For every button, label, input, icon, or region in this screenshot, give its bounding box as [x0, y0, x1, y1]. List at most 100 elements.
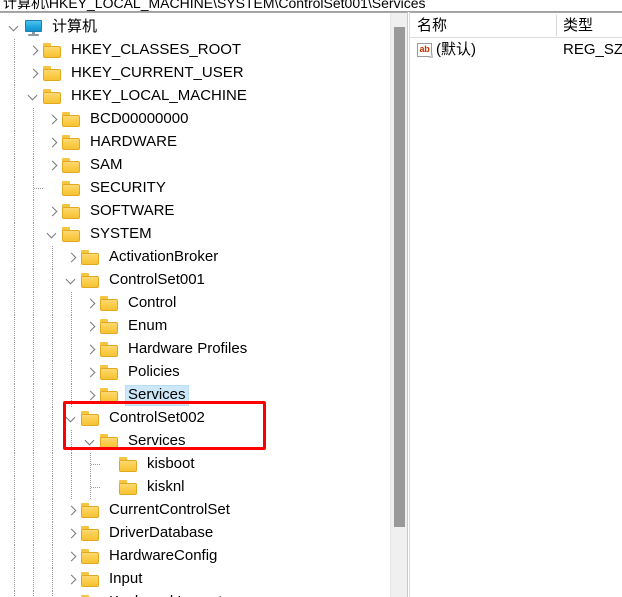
tree-item-controlset001[interactable]: ControlSet001	[0, 269, 388, 292]
chevron-right-icon[interactable]	[25, 39, 41, 62]
tree-item-label: SAM	[90, 156, 123, 173]
chevron-down-icon[interactable]	[25, 85, 41, 108]
tree-guide-line	[14, 315, 15, 338]
tree-item-policies[interactable]: Policies	[0, 361, 388, 384]
chevron-right-icon[interactable]	[63, 499, 79, 522]
tree-guide-line	[71, 315, 72, 338]
tree-guide-line	[52, 407, 53, 430]
tree-guide-line	[52, 522, 53, 545]
column-separator[interactable]	[556, 15, 557, 36]
tree-guide-line	[52, 591, 53, 597]
tree-item-driverdatabase[interactable]: DriverDatabase	[0, 522, 388, 545]
chevron-right-icon[interactable]	[63, 522, 79, 545]
scrollbar-thumb[interactable]	[394, 27, 405, 527]
tree-guide-line	[33, 154, 34, 177]
tree-guide-line	[52, 568, 53, 591]
folder-icon	[43, 66, 62, 81]
chevron-down-icon[interactable]	[44, 223, 60, 246]
tree-guide-line	[71, 384, 72, 407]
chevron-right-icon[interactable]	[63, 246, 79, 269]
tree-guide-line	[14, 591, 15, 597]
tree-item-hardware-profiles[interactable]: Hardware Profiles	[0, 338, 388, 361]
chevron-right-icon[interactable]	[82, 384, 98, 407]
tree-item-activationbroker[interactable]: ActivationBroker	[0, 246, 388, 269]
tree-item-hardwareconfig[interactable]: HardwareConfig	[0, 545, 388, 568]
chevron-down-icon[interactable]	[82, 430, 98, 453]
tree-item-software[interactable]: SOFTWARE	[0, 200, 388, 223]
tree-leaf-spacer	[101, 453, 117, 476]
tree-item-services[interactable]: Services	[0, 430, 388, 453]
tree-item-controlset002[interactable]: ControlSet002	[0, 407, 388, 430]
registry-tree[interactable]: 计算机 HKEY_CLASSES_ROOT HKEY_CURRENT_USER HKE…	[0, 13, 388, 597]
chevron-down-icon[interactable]	[63, 407, 79, 430]
tree-guide-line	[33, 591, 34, 597]
chevron-right-icon[interactable]	[25, 62, 41, 85]
tree-guide-line	[33, 361, 34, 384]
tree-leaf-spacer	[101, 476, 117, 499]
chevron-right-icon[interactable]	[44, 108, 60, 131]
chevron-right-icon[interactable]	[82, 292, 98, 315]
chevron-right-icon[interactable]	[63, 591, 79, 597]
tree-guide-line	[33, 384, 34, 407]
column-header-name[interactable]: 名称	[417, 16, 447, 36]
tree-item-hkey-local-machine[interactable]: HKEY_LOCAL_MACHINE	[0, 85, 388, 108]
folder-icon	[81, 526, 100, 541]
tree-guide-line	[33, 269, 34, 292]
chevron-right-icon[interactable]	[44, 154, 60, 177]
tree-item-security[interactable]: SECURITY	[0, 177, 388, 200]
value-list-panel[interactable]: 名称 类型 ab (默认) REG_SZ	[409, 12, 622, 597]
address-bar[interactable]: 计算机\HKEY_LOCAL_MACHINE\SYSTEM\ControlSet…	[0, 0, 622, 12]
folder-icon	[100, 342, 119, 357]
chevron-down-icon[interactable]	[63, 269, 79, 292]
tree-guide-line	[14, 476, 15, 499]
chevron-right-icon[interactable]	[63, 545, 79, 568]
tree-item-kisboot[interactable]: kisboot	[0, 453, 388, 476]
tree-item-system[interactable]: SYSTEM	[0, 223, 388, 246]
chevron-right-icon[interactable]	[63, 568, 79, 591]
value-row[interactable]: ab (默认) REG_SZ	[410, 38, 622, 62]
tree-guide-line	[33, 338, 34, 361]
tree-item-input[interactable]: Input	[0, 568, 388, 591]
chevron-right-icon[interactable]	[44, 200, 60, 223]
tree-guide-line	[14, 200, 15, 223]
tree-item-label: HKEY_LOCAL_MACHINE	[71, 87, 247, 104]
tree-item-enum[interactable]: Enum	[0, 315, 388, 338]
tree-guide-line	[52, 292, 53, 315]
tree-guide-line	[33, 246, 34, 269]
tree-vertical-scrollbar[interactable]	[390, 13, 407, 597]
tree-guide-line	[14, 131, 15, 154]
tree-guide-line	[71, 430, 72, 453]
chevron-down-icon[interactable]	[6, 16, 22, 39]
tree-guide-line	[33, 223, 34, 246]
tree-item-keyboard-layout[interactable]: Keyboard Layout	[0, 591, 388, 597]
chevron-right-icon[interactable]	[44, 131, 60, 154]
tree-guide-line	[91, 487, 100, 488]
tree-item-label: HardwareConfig	[109, 547, 218, 564]
column-header-type[interactable]: 类型	[563, 16, 593, 36]
tree-item-bcd00000000[interactable]: BCD00000000	[0, 108, 388, 131]
chevron-right-icon[interactable]	[82, 338, 98, 361]
tree-item-services[interactable]: Services	[0, 384, 388, 407]
tree-item-computer[interactable]: 计算机	[0, 16, 388, 39]
tree-guide-line	[71, 338, 72, 361]
folder-icon	[62, 204, 81, 219]
tree-item-sam[interactable]: SAM	[0, 154, 388, 177]
tree-guide-line	[33, 315, 34, 338]
chevron-right-icon[interactable]	[82, 315, 98, 338]
folder-icon	[43, 89, 62, 104]
tree-item-currentcontrolset[interactable]: CurrentControlSet	[0, 499, 388, 522]
registry-editor-window: 计算机\HKEY_LOCAL_MACHINE\SYSTEM\ControlSet…	[0, 0, 622, 597]
tree-item-kisknl[interactable]: kisknl	[0, 476, 388, 499]
tree-guide-line	[14, 223, 15, 246]
folder-icon	[100, 434, 119, 449]
folder-icon	[100, 388, 119, 403]
tree-item-hardware[interactable]: HARDWARE	[0, 131, 388, 154]
chevron-right-icon[interactable]	[82, 361, 98, 384]
folder-icon	[62, 135, 81, 150]
tree-item-label: Keyboard Layout	[106, 592, 225, 597]
registry-tree-panel[interactable]: 计算机 HKEY_CLASSES_ROOT HKEY_CURRENT_USER HKE…	[0, 12, 408, 597]
tree-item-hkey-current-user[interactable]: HKEY_CURRENT_USER	[0, 62, 388, 85]
tree-guide-line	[14, 407, 15, 430]
tree-item-control[interactable]: Control	[0, 292, 388, 315]
tree-item-hkey-classes-root[interactable]: HKEY_CLASSES_ROOT	[0, 39, 388, 62]
